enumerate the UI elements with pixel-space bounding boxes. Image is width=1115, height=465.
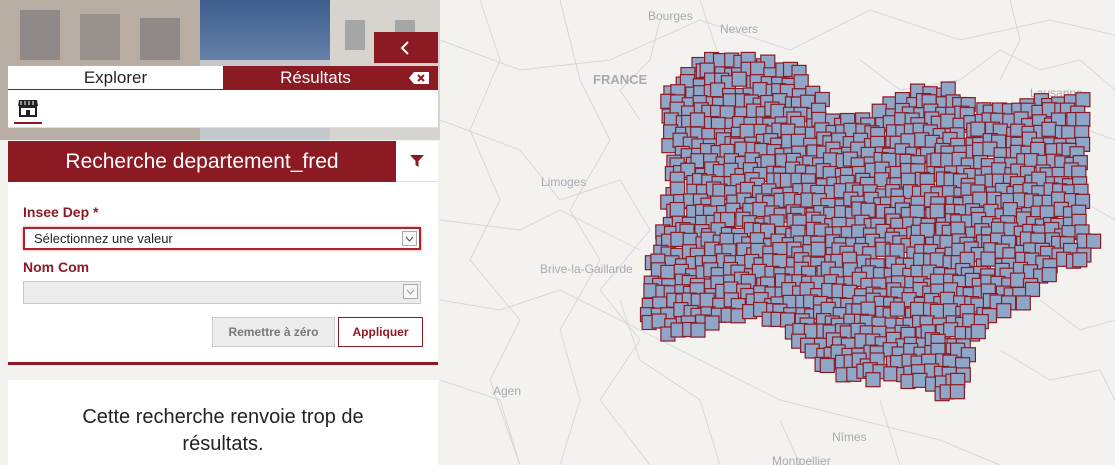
result-marker[interactable] — [929, 203, 945, 219]
chevron-left-icon — [400, 40, 409, 55]
panel-tabs: Explorer Résultats — [8, 66, 438, 90]
tab-results-label: Résultats — [280, 68, 351, 87]
result-marker[interactable] — [912, 372, 928, 388]
message-line-2: résultats. — [182, 433, 264, 455]
tab-explorer-label: Explorer — [83, 67, 148, 87]
result-marker[interactable] — [889, 301, 906, 317]
backspace-icon[interactable] — [408, 71, 430, 85]
tab-explorer[interactable]: Explorer — [8, 66, 223, 90]
filter-button[interactable] — [396, 141, 438, 182]
tab-results[interactable]: Résultats — [223, 66, 438, 90]
result-marker[interactable] — [1002, 202, 1018, 218]
result-marker[interactable] — [739, 123, 755, 140]
result-marker[interactable] — [1085, 233, 1102, 249]
apply-button[interactable]: Appliquer — [338, 317, 423, 347]
reset-button[interactable]: Remettre à zéro — [212, 317, 335, 347]
result-marker[interactable] — [1041, 267, 1057, 283]
city-label-montpellier: Montpellier — [772, 454, 831, 465]
layer-toolbar — [8, 90, 438, 128]
result-marker[interactable] — [1041, 121, 1057, 137]
result-marker[interactable] — [810, 241, 826, 257]
city-label-limoges: Limoges — [541, 175, 586, 189]
nom-com-select[interactable] — [23, 281, 421, 304]
result-marker[interactable] — [883, 366, 899, 382]
country-label-france: FRANCE — [593, 72, 647, 87]
insee-dep-select[interactable]: Sélectionnez une valeur — [23, 227, 421, 250]
result-marker[interactable] — [770, 103, 786, 119]
result-marker[interactable] — [699, 292, 715, 308]
result-marker[interactable] — [940, 81, 956, 97]
store-layer-button[interactable] — [14, 96, 42, 124]
result-marker[interactable] — [1072, 252, 1088, 268]
result-marker[interactable] — [819, 357, 835, 374]
city-label-bourges: Bourges — [648, 9, 693, 23]
result-marker[interactable] — [970, 324, 986, 340]
result-marker[interactable] — [689, 112, 706, 128]
too-many-results-message: Cette recherche renvoie trop de résultat… — [8, 380, 438, 465]
result-marker[interactable] — [1009, 272, 1026, 288]
result-marker[interactable] — [980, 251, 996, 267]
result-marker[interactable] — [651, 313, 667, 329]
result-marker[interactable] — [660, 264, 676, 280]
insee-dep-value: Sélectionnez une valeur — [34, 231, 173, 246]
store-icon — [18, 100, 38, 117]
chevron-down-icon — [403, 284, 418, 299]
result-marker[interactable] — [949, 384, 966, 400]
result-marker[interactable] — [1015, 295, 1031, 311]
search-title-bar: Recherche departement_fred — [8, 141, 396, 182]
insee-dep-label: Insee Dep * — [23, 204, 99, 220]
result-marker[interactable] — [669, 181, 686, 197]
collapse-panel-button[interactable] — [374, 32, 438, 63]
result-marker[interactable] — [704, 315, 720, 331]
message-line-1: Cette recherche renvoie trop de — [82, 406, 364, 428]
result-marker[interactable] — [1075, 111, 1091, 128]
search-form: Insee Dep * Sélectionnez une valeur Nom … — [8, 182, 438, 365]
city-label-nimes: Nîmes — [832, 430, 867, 444]
result-marker[interactable] — [731, 71, 747, 87]
city-label-agen: Agen — [493, 384, 521, 398]
chevron-down-icon — [402, 231, 417, 246]
result-marker[interactable] — [909, 301, 926, 317]
result-marker[interactable] — [669, 201, 685, 218]
nom-com-label: Nom Com — [23, 259, 90, 275]
filter-icon — [410, 154, 424, 167]
result-marker[interactable] — [865, 372, 881, 388]
result-marker[interactable] — [1075, 92, 1091, 108]
result-marker[interactable] — [996, 303, 1012, 319]
result-marker[interactable] — [749, 61, 766, 77]
result-marker[interactable] — [1024, 281, 1041, 297]
city-label-nevers: Nevers — [720, 22, 758, 36]
result-marker[interactable] — [690, 322, 706, 338]
search-title: Recherche departement_fred — [65, 149, 339, 173]
city-label-brive: Brive-la-Gaillarde — [540, 262, 633, 276]
